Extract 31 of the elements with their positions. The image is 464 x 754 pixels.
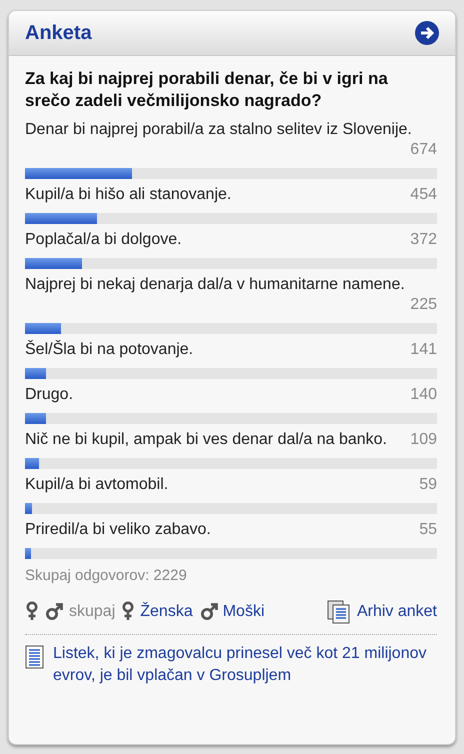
- vote-count: 454: [409, 185, 437, 205]
- female-icon: [121, 601, 136, 623]
- gender-filter[interactable]: Moški: [198, 601, 264, 623]
- vote-count: 225: [409, 295, 437, 315]
- answer-label: Kupil/a bi avtomobil.: [25, 475, 168, 495]
- total-answers: Skupaj odgovorov: 2229: [25, 567, 188, 584]
- vote-count: 55: [418, 520, 437, 540]
- vote-count: 140: [409, 385, 437, 405]
- poll-question: Za kaj bi najprej porabili denar, če bi v igri na srečo zadeli večmilijonsko nagrado?: [25, 68, 389, 112]
- article-link[interactable]: Listek, ki je zmagovalcu prinesel več kot 21 milijonov evrov, je bil vplačan v Grosupljem: [53, 643, 437, 687]
- arrow-right-icon[interactable]: [415, 21, 439, 45]
- poll-title: Anketa: [25, 22, 92, 44]
- vote-count: 109: [409, 430, 437, 450]
- archive-link[interactable]: Arhiv anket: [356, 603, 437, 621]
- answer-label: Šel/Šla bi na potovanje.: [25, 340, 194, 360]
- answer-label: Nič ne bi kupil, ampak bi ves denar dal/a na banko.: [25, 430, 387, 450]
- answer-label: Kupil/a bi hišo ali stanovanje.: [25, 185, 232, 205]
- answer-label: Poplačal/a bi dolgove.: [25, 230, 182, 250]
- answer-label: Denar bi najprej porabil/a za stalno selitev iz Slovenije.: [25, 120, 412, 140]
- document-list-icon: [326, 600, 351, 624]
- gender-filter[interactable]: Ženska: [121, 601, 193, 623]
- document-icon: [25, 645, 45, 669]
- male-icon: [198, 601, 219, 623]
- answer-label: Najprej bi nekaj denarja dal/a v humanitarne namene.: [25, 275, 405, 295]
- gender-icon: [25, 601, 65, 623]
- vote-count: 372: [409, 230, 437, 250]
- answer-label: Drugo.: [25, 385, 74, 405]
- vote-count: 141: [409, 340, 437, 360]
- vote-count: 674: [409, 140, 437, 160]
- answer-label: Priredil/a bi veliko zabavo.: [25, 520, 211, 540]
- vote-count: 59: [418, 475, 437, 495]
